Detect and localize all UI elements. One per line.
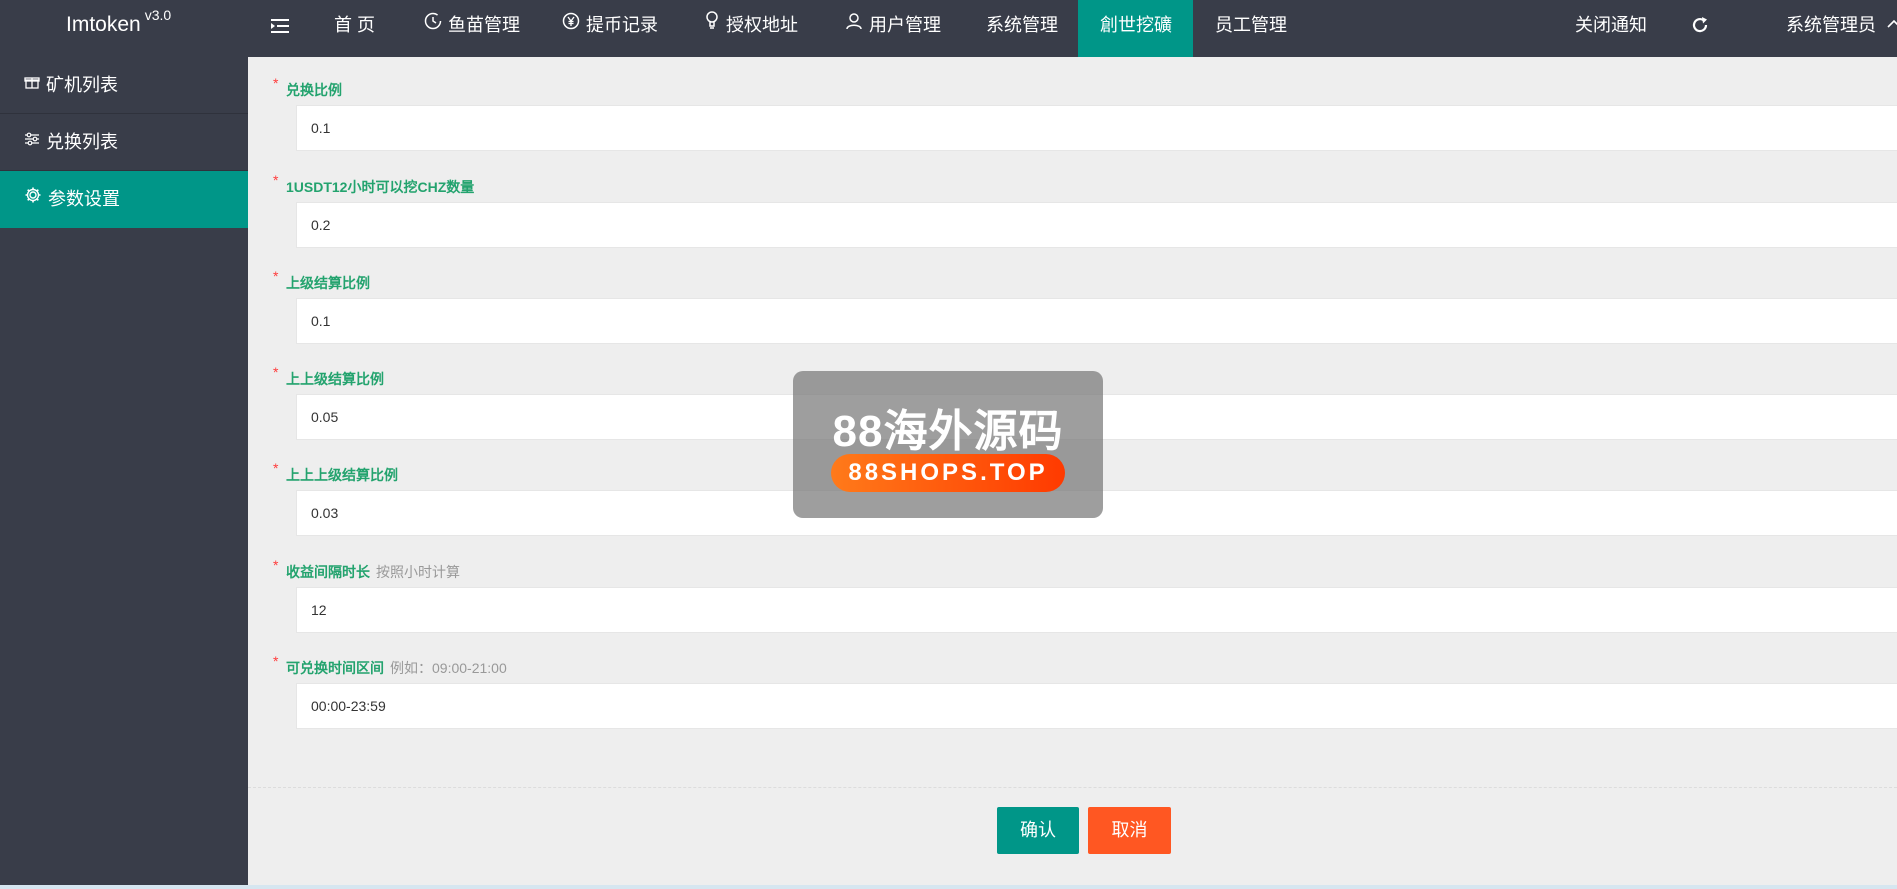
sidebar: 矿机列表 兑换列表 参数设置 bbox=[0, 57, 248, 889]
user-icon bbox=[845, 0, 863, 50]
nav-user-management[interactable]: 用户管理 bbox=[823, 0, 963, 57]
sidebar-item-label: 参数设置 bbox=[48, 189, 120, 209]
nav-genesis-label: 創世挖礦 bbox=[1100, 15, 1172, 35]
gear-icon bbox=[24, 170, 42, 227]
version-label: v3.0 bbox=[144, 7, 172, 23]
nav-home-label: 首 页 bbox=[334, 15, 376, 35]
field-label-exchange-ratio: * 兑换比例 bbox=[273, 75, 342, 100]
user-menu[interactable]: 系统管理员 bbox=[1786, 0, 1897, 57]
gift-icon bbox=[24, 56, 40, 113]
required-mark: * bbox=[273, 460, 279, 476]
sidebar-item-exchange-list[interactable]: 兑换列表 bbox=[0, 114, 248, 171]
nav-system-management[interactable]: 系统管理 bbox=[964, 0, 1080, 57]
cancel-button[interactable]: 取消 bbox=[1088, 807, 1171, 854]
field-label-grandparent-settlement: * 上上级结算比例 bbox=[273, 364, 384, 389]
required-mark: * bbox=[273, 172, 279, 188]
user-name: 系统管理员 bbox=[1786, 15, 1876, 35]
field-label-text: 上上级结算比例 bbox=[286, 371, 384, 387]
parent-settlement-input[interactable] bbox=[296, 298, 1897, 344]
chz-per-usdt-input[interactable] bbox=[296, 202, 1897, 248]
sidebar-item-label: 兑换列表 bbox=[46, 132, 118, 152]
required-mark: * bbox=[273, 364, 279, 380]
field-label-text: 兑换比例 bbox=[286, 82, 342, 98]
watermark-url: 88SHOPS.TOP bbox=[831, 454, 1065, 492]
nav-fry-management[interactable]: 鱼苗管理 bbox=[402, 0, 542, 57]
nav-staff-label: 员工管理 bbox=[1215, 15, 1287, 35]
required-mark: * bbox=[273, 653, 279, 669]
sliders-icon bbox=[24, 113, 40, 170]
field-label-earning-interval: * 收益间隔时长 按照小时计算 bbox=[273, 557, 460, 582]
close-notice-label: 关闭通知 bbox=[1575, 15, 1647, 35]
confirm-button[interactable]: 确认 bbox=[997, 807, 1079, 854]
yen-icon bbox=[562, 0, 580, 50]
logo-text: Imtoken bbox=[66, 13, 141, 36]
field-label-great-grandparent-settlement: * 上上上级结算比例 bbox=[273, 460, 398, 485]
chevron-up-icon bbox=[1887, 0, 1897, 49]
refresh-icon[interactable] bbox=[1690, 15, 1710, 35]
nav-withdraw-records[interactable]: 提币记录 bbox=[540, 0, 680, 57]
required-mark: * bbox=[273, 268, 279, 284]
close-notice-button[interactable]: 关闭通知 bbox=[1575, 0, 1647, 57]
bulb-icon bbox=[704, 0, 720, 50]
nav-withdraw-label: 提币记录 bbox=[586, 15, 658, 35]
menu-toggle-icon[interactable] bbox=[270, 16, 290, 36]
field-hint: 按照小时计算 bbox=[376, 564, 460, 580]
nav-fry-label: 鱼苗管理 bbox=[448, 15, 520, 35]
nav-system-label: 系统管理 bbox=[986, 15, 1058, 35]
field-label-text: 1USDT12小时可以挖CHZ数量 bbox=[286, 179, 475, 195]
field-label-exchange-time-range: * 可兑换时间区间 例如：09:00-21:00 bbox=[273, 653, 507, 678]
field-label-parent-settlement: * 上级结算比例 bbox=[273, 268, 370, 293]
field-hint: 例如：09:00-21:00 bbox=[390, 660, 507, 676]
nav-authorized-address[interactable]: 授权地址 bbox=[682, 0, 820, 57]
clock-icon bbox=[424, 0, 442, 50]
exchange-time-range-input[interactable] bbox=[296, 683, 1897, 729]
app-logo[interactable]: Imtoken v3.0 bbox=[66, 7, 172, 37]
top-header: Imtoken v3.0 首 页 鱼苗管理 提币记录 授权地址 用户管理 系统管理 bbox=[0, 0, 1897, 57]
field-label-text: 上级结算比例 bbox=[286, 275, 370, 291]
nav-home[interactable]: 首 页 bbox=[312, 0, 397, 57]
sidebar-item-miner-list[interactable]: 矿机列表 bbox=[0, 57, 248, 114]
required-mark: * bbox=[273, 75, 279, 91]
exchange-ratio-input[interactable] bbox=[296, 105, 1897, 151]
nav-genesis-mining[interactable]: 創世挖礦 bbox=[1078, 0, 1193, 57]
nav-staff-management[interactable]: 员工管理 bbox=[1193, 0, 1309, 57]
field-label-text: 上上上级结算比例 bbox=[286, 467, 398, 483]
watermark: 88海外源码 88SHOPS.TOP bbox=[793, 371, 1103, 518]
field-label-text: 可兑换时间区间 bbox=[286, 660, 384, 676]
nav-authorized-label: 授权地址 bbox=[726, 15, 798, 35]
watermark-title: 88海外源码 bbox=[832, 407, 1064, 456]
sidebar-item-parameter-settings[interactable]: 参数设置 bbox=[0, 171, 248, 228]
bottom-strip bbox=[0, 885, 1897, 889]
nav-user-label: 用户管理 bbox=[869, 15, 941, 35]
sidebar-item-label: 矿机列表 bbox=[46, 75, 118, 95]
form-divider bbox=[248, 787, 1897, 788]
field-label-text: 收益间隔时长 bbox=[286, 564, 370, 580]
field-label-chz-per-usdt: * 1USDT12小时可以挖CHZ数量 bbox=[273, 172, 475, 197]
required-mark: * bbox=[273, 557, 279, 573]
earning-interval-input[interactable] bbox=[296, 587, 1897, 633]
